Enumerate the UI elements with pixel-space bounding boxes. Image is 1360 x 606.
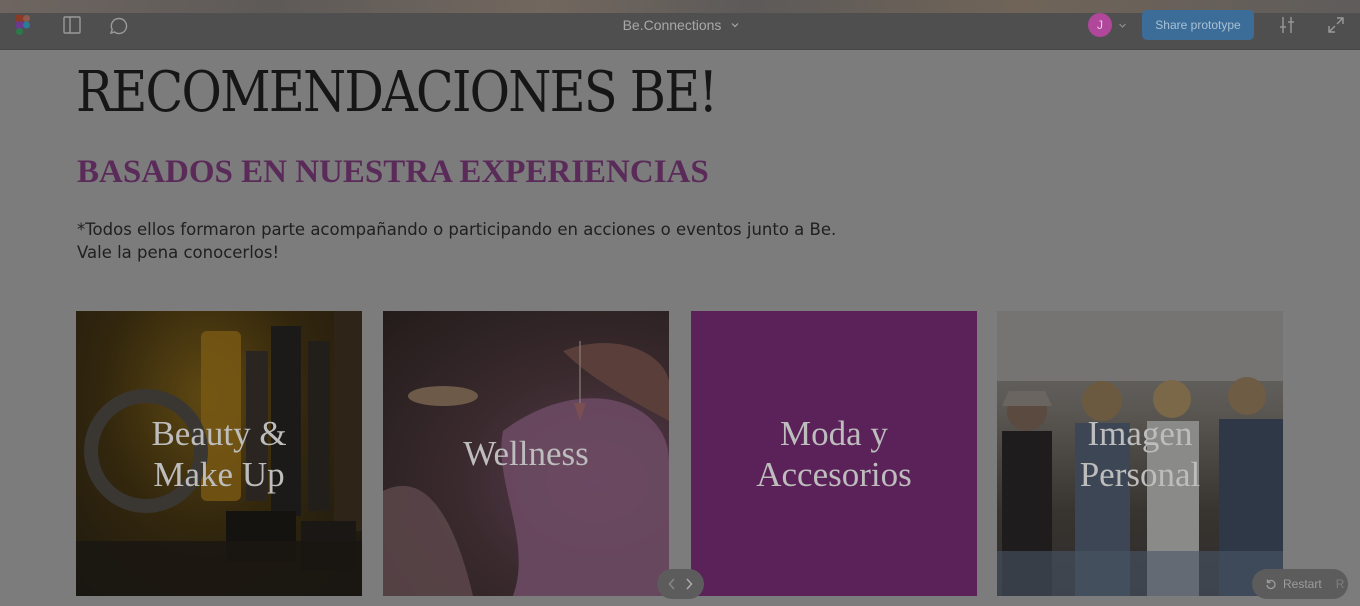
- card-label-line: Imagen: [1087, 413, 1193, 453]
- settings-sliders-icon[interactable]: [1278, 15, 1296, 35]
- figma-logo-icon[interactable]: [16, 15, 30, 35]
- chevron-down-icon: [731, 23, 739, 28]
- category-card-wellness[interactable]: Wellness: [383, 311, 669, 596]
- card-label: Imagen Personal: [1080, 413, 1201, 495]
- frame-navigation: [657, 569, 704, 599]
- next-frame-button[interactable]: [683, 577, 695, 591]
- category-card-imagen[interactable]: Imagen Personal: [997, 311, 1283, 596]
- card-label: Beauty & Make Up: [151, 413, 286, 495]
- card-label-line: Moda y: [780, 413, 888, 453]
- restart-icon: [1266, 579, 1276, 590]
- card-label: Wellness: [463, 433, 589, 474]
- category-card-beauty[interactable]: Beauty & Make Up: [76, 311, 362, 596]
- avatar-initial: J: [1097, 18, 1103, 32]
- chevron-right-icon: [686, 578, 693, 590]
- card-label-line: Accesorios: [756, 454, 912, 494]
- intro-text: *Todos ellos formaron parte acompañando …: [77, 218, 836, 264]
- restart-label: Restart: [1283, 577, 1322, 591]
- card-label: Moda y Accesorios: [756, 413, 912, 495]
- restart-button[interactable]: Restart R: [1252, 569, 1348, 599]
- file-title: Be.Connections: [622, 17, 722, 33]
- category-card-moda[interactable]: Moda y Accesorios: [691, 311, 977, 596]
- card-label-line: Wellness: [463, 434, 589, 473]
- comment-icon[interactable]: [108, 15, 130, 37]
- chevron-down-icon[interactable]: [1118, 21, 1127, 30]
- prototype-toolbar: Be.Connections J Share prototype: [0, 0, 1360, 50]
- panel-icon[interactable]: [62, 15, 82, 35]
- card-label-line: Personal: [1079, 454, 1201, 494]
- chevron-left-icon: [668, 578, 675, 590]
- card-label-line: Make Up: [153, 454, 285, 494]
- intro-line: *Todos ellos formaron parte acompañando …: [77, 220, 837, 239]
- expand-icon[interactable]: [1326, 15, 1346, 35]
- page-title: RECOMENDACIONES BE!: [76, 60, 718, 125]
- card-label-line: Beauty &: [151, 413, 287, 453]
- intro-line: Vale la pena conocerlos!: [77, 243, 280, 262]
- share-button-label: Share prototype: [1155, 18, 1241, 32]
- file-title-menu[interactable]: Be.Connections: [623, 17, 740, 33]
- page-subtitle: BASADOS EN NUESTRA EXPERIENCIAS: [77, 154, 709, 190]
- restart-shortcut: R: [1335, 577, 1345, 591]
- previous-frame-button[interactable]: [666, 577, 678, 591]
- avatar[interactable]: J: [1088, 13, 1112, 37]
- share-prototype-button[interactable]: Share prototype: [1142, 10, 1254, 40]
